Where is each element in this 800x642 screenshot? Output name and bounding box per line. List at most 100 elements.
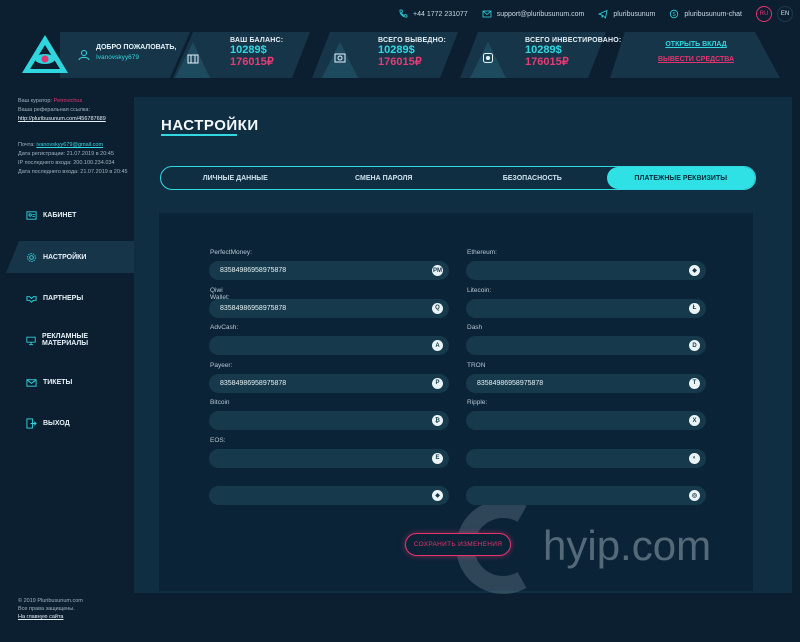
field-label: Payeer: — [210, 361, 233, 369]
payeer-icon: P — [432, 377, 443, 389]
telegram-text: pluribusunum — [613, 10, 656, 18]
withdraw-link[interactable]: ВЫВЕСТИ СРЕДСТВА — [646, 56, 746, 63]
sidebar-item-logout[interactable]: ВЫХОД — [0, 407, 128, 439]
mail-icon — [482, 10, 492, 18]
settings-tabs: ЛИЧНЫЕ ДАННЫЕ СМЕНА ПАРОЛЯ БЕЗОПАСНОСТЬ … — [160, 166, 756, 190]
page-title: НАСТРОЙКИ — [161, 117, 259, 134]
logout-icon — [26, 417, 37, 429]
litecoin-icon: Ł — [689, 302, 700, 314]
field-label: AdvCash: — [210, 324, 239, 331]
save-changes-button[interactable]: СОХРАНИТЬ ИЗМЕНЕНИЯ — [405, 533, 511, 556]
perfectmoney-icon: PM — [432, 265, 443, 276]
ethereum-field[interactable]: ◆ — [466, 261, 706, 280]
stat-withdrawn: ВСЕГО ВЫВЕДНО: 10289$ 176015₽ — [378, 37, 446, 68]
field-label: Bitcoin — [210, 399, 230, 406]
sidebar-item-label: КАБИНЕТ — [43, 211, 77, 219]
account-info: Почта: ivanovskyy679@gmail.com Дата реги… — [18, 141, 128, 177]
lang-ru-button[interactable]: RU — [755, 6, 772, 22]
sidebar-item-promo[interactable]: РЕКЛАМНЫЕ МАТЕРИАЛЫ — [0, 324, 128, 356]
field-label: Ethereum: — [467, 249, 497, 256]
user-email[interactable]: ivanovskyy679@gmail.com — [36, 142, 103, 148]
field-value: 83584986958975878 — [220, 379, 287, 387]
advcash-icon: A — [432, 340, 443, 351]
perfectmoney-field[interactable]: 83584986958975878 PM — [209, 261, 449, 280]
sidebar-item-tickets[interactable]: ТИКЕТЫ — [0, 366, 128, 398]
mastercard-field[interactable]: ◎ — [466, 486, 706, 505]
username[interactable]: Ivanovskyy679 — [96, 54, 176, 61]
litecoin-field[interactable]: Ł — [466, 298, 706, 318]
footer-rights: Все права защищены. — [18, 606, 75, 612]
curator-name[interactable]: Petrovichus — [53, 98, 82, 104]
last-ip: IP последнего входа: 200.100.234.034 — [18, 160, 115, 166]
stat-invested-usd: 10289$ — [525, 44, 562, 56]
watermark-text: hyip.com — [543, 522, 712, 569]
ref-label: Ваша реферальная ссылка: — [18, 107, 90, 113]
handshake-icon — [26, 295, 37, 303]
sidebar-item-settings[interactable]: НАСТРОЙКИ — [6, 241, 136, 273]
coin-icon: ◐ — [689, 452, 700, 464]
tab-change-password[interactable]: СМЕНА ПАРОЛЯ — [310, 167, 459, 189]
dash-icon: D — [689, 340, 700, 351]
field-label: Litecoin: — [467, 286, 492, 294]
stat-balance: ВАШ БАЛАНС: 10289$ 176015₽ — [230, 37, 283, 68]
tron-field[interactable]: 83584986958975878 T — [466, 373, 706, 393]
stat-withdrawn-label: ВСЕГО ВЫВЕДНО: — [378, 37, 447, 44]
tab-personal-data[interactable]: ЛИЧНЫЕ ДАННЫЕ — [161, 167, 310, 189]
field-label: Dash — [467, 324, 483, 331]
gear-icon — [27, 252, 36, 262]
title-underline — [161, 134, 237, 136]
envelope-icon — [26, 378, 37, 387]
welcome-title: ДОБРО ПОЖАЛОВАТЬ, — [96, 44, 177, 51]
advcash-field[interactable]: A — [209, 336, 449, 355]
eos-field[interactable]: E — [209, 448, 449, 468]
sidebar-item-partners[interactable]: ПАРТНЕРЫ — [0, 282, 128, 314]
sidebar-item-label: НАСТРОЙКИ — [43, 253, 87, 261]
telegram-icon — [598, 9, 608, 19]
stat-invested-rub: 176015₽ — [525, 56, 569, 68]
field-value: 83584986958975878 — [220, 304, 287, 312]
curator-info: Ваш куратор: Petrovichus Ваша реферальна… — [18, 97, 106, 124]
lang-en-button[interactable]: EN — [776, 6, 793, 22]
email-contact[interactable]: support@pluribusunum.com — [482, 9, 585, 19]
qiwi-icon: Q — [432, 302, 443, 314]
chat-text: pluribusunum-chat — [684, 10, 742, 18]
phone-contact[interactable]: +44 1772 231077 — [398, 9, 468, 19]
qiwi-field[interactable]: 83584986958975878 Q — [209, 298, 449, 318]
eos-icon: E — [432, 452, 443, 464]
sidebar-item-cabinet[interactable]: КАБИНЕТ — [0, 199, 128, 231]
footer-home-link[interactable]: На главную сайта — [18, 613, 83, 621]
id-card-icon — [26, 210, 37, 220]
coin-field[interactable]: ◐ — [466, 448, 706, 468]
telegram-contact[interactable]: pluribusunum — [598, 9, 655, 19]
email-text: support@pluribusunum.com — [496, 10, 585, 18]
welcome-block: ДОБРО ПОЖАЛОВАТЬ, Ivanovskyy679 — [96, 44, 176, 61]
stat-invested-label: ВСЕГО ИНВЕСТИРОВАНО: — [525, 37, 622, 44]
field-value: 83584986958975878 — [477, 379, 544, 387]
withdraw-icon — [334, 53, 346, 63]
sidebar-item-label: ПАРТНЕРЫ — [43, 294, 84, 302]
field-label: TRON — [467, 361, 486, 369]
tab-payment-details[interactable]: ПЛАТЕЖНЫЕ РЕКВИЗИТЫ — [606, 167, 755, 189]
phone-icon — [399, 9, 408, 18]
ref-link[interactable]: http://pluribusunum.com/456787689 — [18, 115, 106, 124]
field-label: PerfectMoney: — [210, 249, 252, 256]
bitcoin-field[interactable]: ₿ — [209, 411, 449, 430]
card-field[interactable]: ◆ — [209, 486, 449, 505]
payeer-field[interactable]: 83584986958975878 P — [209, 373, 449, 393]
ripple-field[interactable]: X — [466, 411, 706, 430]
open-deposit-link[interactable]: ОТКРЫТЬ ВКЛАД — [646, 41, 746, 48]
ripple-icon: X — [689, 415, 700, 426]
coins-icon — [187, 54, 199, 64]
chat-contact[interactable]: S pluribusunum-chat — [669, 9, 742, 19]
stat-invested: ВСЕГО ИНВЕСТИРОВАНО: 10289$ 176015₽ — [525, 37, 621, 68]
dash-field[interactable]: D — [466, 336, 706, 355]
presentation-icon — [26, 336, 36, 345]
curator-label: Ваш куратор: — [18, 98, 52, 104]
ethereum-icon: ◆ — [689, 265, 700, 276]
sidebar-item-label: РЕКЛАМНЫЕ МАТЕРИАЛЫ — [42, 333, 89, 347]
email-label: Почта: — [18, 142, 35, 148]
tab-security[interactable]: БЕЗОПАСНОСТЬ — [458, 167, 607, 189]
last-login: Дата последнего входа: 21.07.2019 в 20:4… — [18, 169, 128, 175]
top-contacts: +44 1772 231077 support@pluribusunum.com… — [398, 6, 793, 22]
eye-logo-icon[interactable] — [20, 33, 70, 75]
